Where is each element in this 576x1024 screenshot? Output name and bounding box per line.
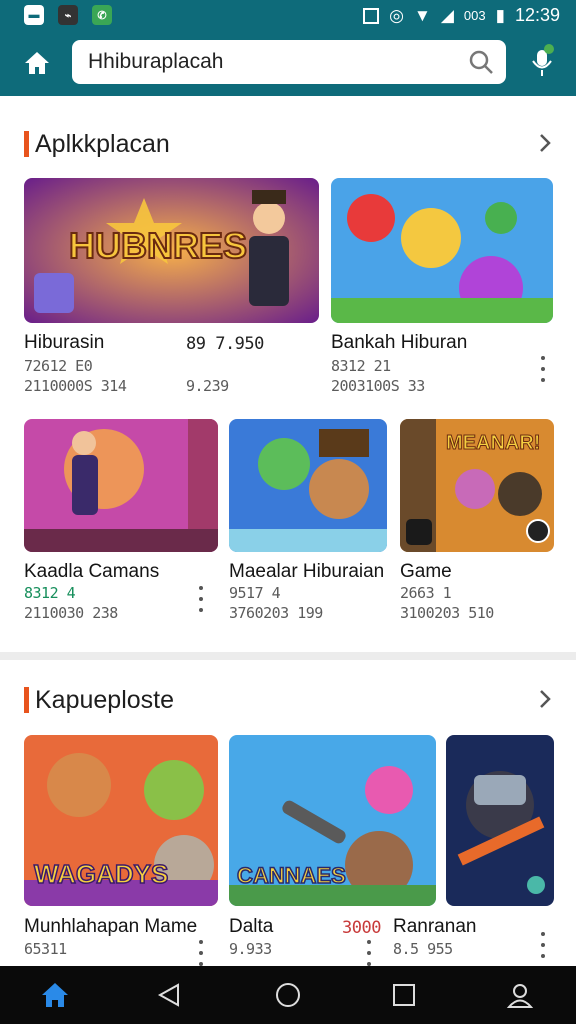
- app-thumbnail[interactable]: WAGADYS: [24, 735, 218, 906]
- app-thumbnail[interactable]: MEANAR!: [400, 419, 554, 552]
- app-stat: 9.239: [186, 377, 229, 395]
- section-divider: [0, 652, 576, 660]
- app-meta: 8.5 955: [393, 940, 453, 958]
- app-stat: 3000: [342, 918, 381, 938]
- section-header: Aplkkplacan: [24, 128, 170, 160]
- recents-icon[interactable]: [389, 980, 419, 1010]
- app-notification-icon: ⌁: [58, 5, 78, 25]
- status-time: 12:39: [514, 5, 560, 25]
- app-meta: 8312 4: [24, 584, 76, 602]
- chevron-right-icon[interactable]: [536, 132, 554, 154]
- app-meta: 9517 4: [229, 584, 281, 602]
- app-name: Munhlahapan Mame: [24, 916, 198, 937]
- search-bar[interactable]: Hhiburaplacah: [72, 40, 506, 84]
- app-thumbnail[interactable]: HUBNRES: [24, 178, 319, 323]
- data-saver-icon: ◎: [389, 5, 404, 25]
- status-bar: ▬ ⌁ ✆ ◎ ▼ ◢ 003 ▮ 12:39: [0, 0, 576, 30]
- app-name: Game: [400, 561, 452, 582]
- more-options-icon[interactable]: [540, 932, 546, 958]
- app-name: Kaadla Camans: [24, 561, 160, 582]
- wifi-icon: ▼: [413, 5, 431, 25]
- whatsapp-icon: ✆: [92, 5, 112, 25]
- app-meta: 2003100S 33: [331, 377, 425, 395]
- app-name: Dalta: [229, 916, 274, 937]
- app-meta: 3760203 199: [229, 604, 323, 622]
- section-header: Kapueploste: [24, 684, 174, 716]
- app-name: Hiburasin: [24, 332, 105, 353]
- app-thumbnail[interactable]: CANNAES: [229, 735, 436, 906]
- app-meta: 2110000S 314: [24, 377, 127, 395]
- app-thumbnail[interactable]: [229, 419, 387, 552]
- search-icon[interactable]: [468, 49, 494, 75]
- microphone-icon[interactable]: [530, 44, 554, 80]
- app-meta: 2663 1: [400, 584, 452, 602]
- app-name: Maealar Hiburaian: [229, 561, 385, 582]
- app-stat: 89 7.950: [186, 334, 264, 354]
- app-meta: 9.933: [229, 940, 272, 958]
- app-meta: 3100203 510: [400, 604, 494, 622]
- thumbnail-title: MEANAR!: [446, 432, 540, 454]
- back-icon[interactable]: [154, 980, 184, 1010]
- account-icon[interactable]: [505, 980, 535, 1010]
- app-meta: 65311: [24, 940, 67, 958]
- screenshot-icon: [363, 7, 380, 24]
- battery-icon: ▮: [495, 5, 505, 25]
- app-name: Bankah Hiburan: [331, 332, 468, 353]
- home-icon[interactable]: [22, 48, 52, 78]
- message-icon: ▬: [24, 5, 44, 25]
- app-meta: 72612 E0: [24, 357, 93, 375]
- signal-icon: ◢: [440, 5, 454, 25]
- bottom-navigation-bar: [0, 966, 576, 1024]
- more-options-icon[interactable]: [366, 940, 372, 966]
- carrier-label: 003: [463, 8, 486, 23]
- thumbnail-title: HUBNRES: [69, 225, 247, 266]
- app-meta: 2110030 238: [24, 604, 118, 622]
- section-accent-bar: [24, 687, 29, 713]
- home-nav-icon[interactable]: [40, 980, 70, 1010]
- thumbnail-title: CANNAES: [237, 863, 346, 888]
- section-title: Kapueploste: [35, 685, 175, 714]
- app-thumbnail[interactable]: [331, 178, 553, 323]
- thumbnail-title: WAGADYS: [34, 859, 168, 889]
- app-thumbnail[interactable]: [24, 419, 218, 552]
- chevron-right-icon[interactable]: [536, 688, 554, 710]
- app-name: Ranranan: [393, 916, 477, 937]
- search-input[interactable]: Hhiburaplacah: [88, 50, 223, 74]
- more-options-icon[interactable]: [540, 356, 546, 382]
- home-circle-icon[interactable]: [273, 980, 303, 1010]
- app-thumbnail[interactable]: [446, 735, 554, 906]
- section-accent-bar: [24, 131, 29, 157]
- more-options-icon[interactable]: [198, 586, 204, 612]
- section-title: Aplkkplacan: [35, 129, 170, 158]
- app-bar: Hhiburaplacah: [0, 30, 576, 96]
- app-meta: 8312 21: [331, 357, 391, 375]
- more-options-icon[interactable]: [198, 940, 204, 966]
